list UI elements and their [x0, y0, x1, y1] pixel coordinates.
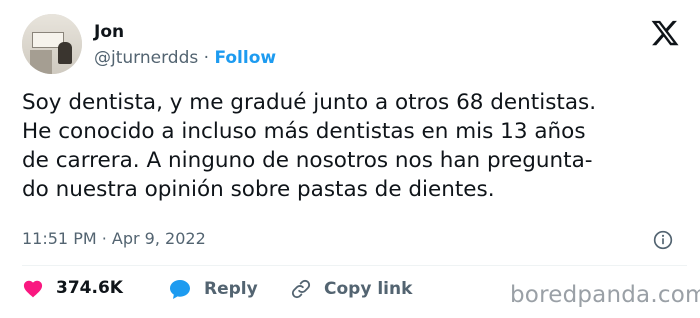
tweet-line: Soy dentista, y me gradué junto a otros …: [22, 90, 597, 115]
tweet-timestamp[interactable]: 11:51 PM · Apr 9, 2022: [22, 229, 206, 248]
heart-icon: [23, 280, 43, 298]
author-name[interactable]: Jon: [94, 22, 124, 42]
x-logo-icon[interactable]: [650, 18, 680, 48]
tweet-text: Soy dentista, y me gradué junto a otros …: [22, 88, 682, 204]
reply-button[interactable]: Reply: [168, 278, 258, 300]
tweet-line: do nuestra opinión sobre pastas de dient…: [22, 177, 495, 202]
author-handle-row: @jturnerdds · Follow: [94, 48, 276, 68]
avatar-door: [30, 50, 52, 74]
handle-separator: ·: [198, 48, 215, 68]
tweet-line: de carrera. A ninguno de nosotros nos ha…: [22, 148, 593, 173]
reply-label: Reply: [204, 279, 258, 299]
info-icon[interactable]: [653, 230, 673, 250]
tweet-line: He conocido a incluso más dentistas en m…: [22, 119, 586, 144]
avatar[interactable]: [22, 14, 82, 74]
like-count: 374.6K: [56, 278, 123, 298]
copy-link-label: Copy link: [324, 279, 413, 299]
follow-button[interactable]: Follow: [214, 48, 276, 68]
avatar-dog: [58, 42, 72, 64]
like-button[interactable]: 374.6K: [22, 278, 123, 298]
author-handle[interactable]: @jturnerdds: [94, 48, 198, 68]
copy-link-button[interactable]: Copy link: [290, 278, 412, 300]
reply-bubble-icon: [170, 280, 190, 299]
watermark: boredpanda.com: [510, 282, 700, 308]
divider: [22, 265, 687, 266]
link-icon: [291, 279, 311, 299]
